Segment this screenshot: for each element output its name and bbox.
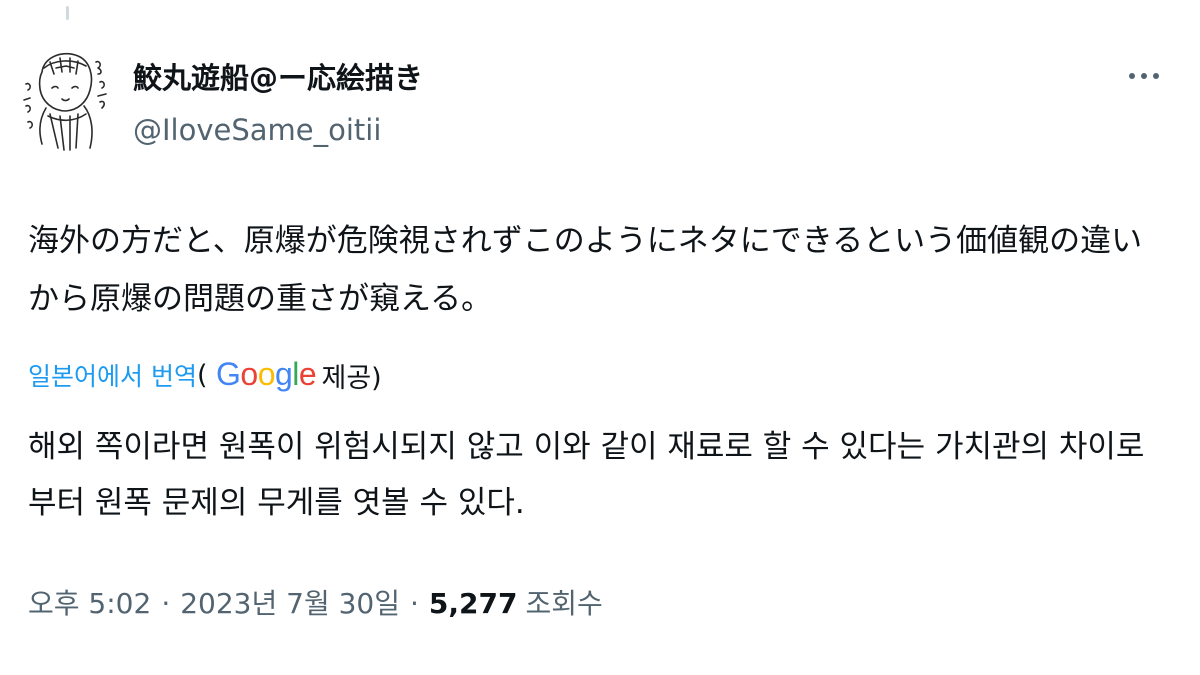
tweet-date[interactable]: 2023년 7월 30일 — [180, 582, 400, 622]
author-display-name[interactable]: 鮫丸遊船@ー応絵描き — [133, 55, 423, 97]
translation-text-line-1: 해외 쪽이라면 원폭이 위험시되지 않고 이와 같이 재료로 할 수 있다는 가… — [28, 429, 1145, 465]
views-count[interactable]: 5,277 — [429, 587, 518, 620]
more-horizontal-icon — [1129, 73, 1159, 79]
translation-text-line-2: 부터 원폭 문제의 무게를 엿볼 수 있다. — [28, 485, 525, 521]
more-options-button[interactable] — [1122, 62, 1166, 90]
provided-label: 제공) — [321, 362, 382, 394]
meta-separator: · — [410, 587, 419, 620]
tweet-meta: 오후 5:02 · 2023년 7월 30일 · 5,277 조회수 — [28, 582, 603, 622]
avatar[interactable] — [20, 44, 112, 160]
views-label: 조회수 — [525, 587, 603, 620]
tweet-time[interactable]: 오후 5:02 — [28, 582, 151, 622]
paren-open: ( — [196, 359, 208, 391]
tweet-text-line-1: 海外の方だと、原爆が危険視されずこのようにネタにできるという価値観の違い — [28, 223, 1143, 259]
author-handle[interactable]: @IloveSame_oitii — [133, 113, 381, 147]
translation-attribution: 일본어에서 번역 ( Google 제공) — [28, 350, 382, 400]
tweet-text-line-2: から原爆の問題の重さが窺える。 — [28, 281, 493, 317]
svg-text:Google: Google — [216, 356, 316, 392]
meta-separator: · — [161, 587, 171, 620]
google-logo: Google — [216, 356, 316, 392]
tweet: 鮫丸遊船@ー応絵描き @IloveSame_oitii 海外の方だと、原爆が危険… — [0, 0, 1200, 675]
translate-from-japanese-link[interactable]: 일본어에서 번역 — [28, 357, 197, 393]
